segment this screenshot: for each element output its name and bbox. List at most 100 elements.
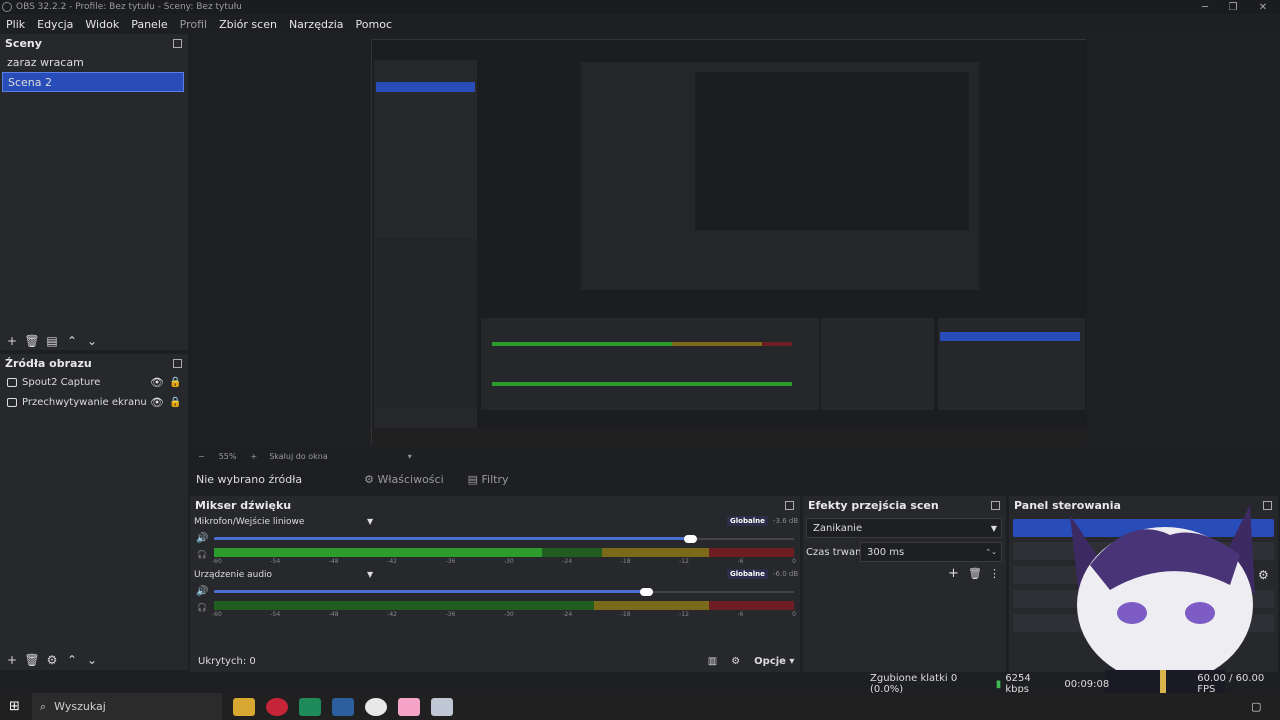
audio-mixer-dock: Mikser dźwięku Mikrofon/Wejście liniowe … [190,496,800,672]
sources-toolbar: + 🗑 ⚙ ⌃ ⌄ [2,652,102,668]
layout-toggle-icon[interactable]: ▥ [708,656,717,667]
chevron-down-icon[interactable]: ▾ [408,452,412,461]
source-item[interactable]: Przechwytywanie ekranu 👁 🔒 [0,392,188,412]
chevron-down-icon[interactable]: ▼ [367,517,373,526]
source-type-icon [7,377,17,387]
scene-item-selected[interactable]: Scena 2 [2,72,184,92]
monitor-headphone-icon[interactable]: 🎧 [197,550,207,559]
options-button[interactable]: Opcje ▾ [754,656,794,667]
zoom-out-button[interactable]: − [198,452,205,461]
move-up-button[interactable]: ⌃ [62,333,82,349]
visibility-eye-icon[interactable]: 👁 [150,376,164,389]
app-icon[interactable] [431,697,453,716]
menu-edycja[interactable]: Edycja [37,18,73,31]
chevron-down-icon[interactable]: ▼ [367,570,373,579]
scenes-title: Sceny [5,36,42,50]
mixer-footer: Ukrytych: 0 ▥ ⚙ Opcje ▾ [190,650,800,672]
move-down-button[interactable]: ⌄ [82,333,102,349]
bitrate: 6254 kbps [1005,673,1031,695]
notifications-icon[interactable]: ▢ [1251,700,1261,713]
monitor-headphone-icon[interactable]: 🎧 [197,603,207,612]
scene-transitions-dock: Efekty przejścia scen Zanikanie ▼ Czas tr… [803,496,1006,672]
menu-zbior-scen[interactable]: Zbiór scen [219,18,277,31]
move-down-button[interactable]: ⌄ [82,652,102,668]
global-badge[interactable]: Globalne [727,516,768,526]
add-transition-button[interactable]: + [948,566,959,581]
transitions-title: Efekty przejścia scen [808,498,939,512]
obs-taskbar-icon[interactable] [365,697,387,716]
menu-narzedzia[interactable]: Narzędzia [289,18,344,31]
volume-fill [214,537,690,540]
move-up-button[interactable]: ⌃ [62,652,82,668]
transition-menu-button[interactable]: ⋮ [989,567,1000,580]
stream-time: 00:09:08 [1064,678,1110,690]
file-explorer-icon[interactable] [233,697,255,716]
scenes-toolbar: + 🗑 ▤ ⌃ ⌄ [2,333,102,349]
vtube-studio-icon[interactable] [398,697,420,716]
signal-icon: ▮ [995,678,1002,690]
audio-meter [214,548,794,557]
search-icon: ⌕ [40,699,47,713]
filters-button[interactable]: ▤ Filtry [468,473,509,486]
add-source-button[interactable]: + [2,652,22,668]
windows-taskbar: ⊞ ⌕ Wyszukaj ▢ [0,693,1280,720]
preview-canvas[interactable] [371,39,1087,445]
volume-knob[interactable] [640,588,653,596]
undock-icon[interactable] [173,358,182,368]
visibility-eye-icon[interactable]: 👁 [150,396,164,409]
menu-plik[interactable]: Plik [6,18,25,31]
maximize-button[interactable]: ❐ [1218,0,1248,14]
source-context-bar: Nie wybrano źródła ⚙ Właściwości ▤ Filtr… [190,466,800,492]
scene-filters-button[interactable]: ▤ [42,333,62,349]
zoom-in-button[interactable]: + [250,452,257,461]
menu-pomoc[interactable]: Pomoc [356,18,392,31]
chevron-down-icon: ▼ [990,523,997,533]
global-badge[interactable]: Globalne [727,569,768,579]
menu-panele[interactable]: Panele [131,18,167,31]
menu-widok[interactable]: Widok [85,18,119,31]
opera-icon[interactable] [266,697,288,716]
taskbar-search[interactable]: ⌕ Wyszukaj [32,693,222,720]
undock-icon[interactable] [173,38,182,48]
properties-button[interactable]: ⚙ Właściwości [364,473,444,486]
menu-profil[interactable]: Profil [180,18,207,31]
transition-type-select[interactable]: Zanikanie ▼ [806,518,1002,538]
undock-icon[interactable] [991,500,1000,510]
scenes-dock: Sceny zaraz wracam Scena 2 [0,34,188,350]
zoom-level: 55% [218,451,237,461]
source-item[interactable]: Spout2 Capture 👁 🔒 [0,372,188,392]
scene-item[interactable]: zaraz wracam [2,52,184,72]
source-label: Spout2 Capture [22,376,101,388]
meter-ticks: -60 -54 -48 -42 -36 -30 -24 -18 -12 -6 0 [212,611,796,618]
sources-dock: Źródła obrazu Spout2 Capture 👁 🔒 Przechw… [0,354,188,670]
lock-icon[interactable]: 🔒 [169,377,181,388]
zoom-mode-select[interactable]: Skaluj do okna [269,452,328,461]
speaker-icon[interactable]: 🔊 [196,586,208,597]
remove-source-button[interactable]: 🗑 [22,652,42,668]
source-properties-button[interactable]: ⚙ [42,652,62,668]
app-icon[interactable] [299,697,321,716]
lock-icon[interactable]: 🔒 [169,397,181,408]
close-button[interactable]: ✕ [1248,0,1278,14]
fps-readout: 60.00 / 60.00 FPS [1197,673,1265,695]
advanced-settings-icon[interactable]: ⚙ [731,656,740,667]
speaker-icon[interactable]: 🔊 [196,533,208,544]
volume-knob[interactable] [684,535,697,543]
minimize-button[interactable]: ─ [1190,0,1220,14]
audio-meter [214,601,794,610]
undock-icon[interactable] [785,500,794,510]
track-name: Urządzenie audio [194,570,273,580]
add-scene-button[interactable]: + [2,333,22,349]
steam-icon[interactable] [332,697,354,716]
remove-scene-button[interactable]: 🗑 [22,333,42,349]
windows-start-icon[interactable]: ⊞ [9,699,20,714]
source-label: Przechwytywanie ekranu [22,396,147,408]
volume-db: -6.0 dB [773,570,799,578]
status-bar: Zgubione klatki 0 (0.0%) ▮ 6254 kbps 00:… [0,673,1280,695]
remove-transition-button[interactable]: 🗑 [968,567,982,580]
preview-zoom-bar: − 55% + Skaluj do okna ▾ [192,448,1278,464]
duration-spinbox[interactable]: 300 ms ⌃⌄ [860,542,1002,562]
meter-ticks: -60 -54 -48 -42 -36 -30 -24 -18 -12 -6 0 [212,558,796,565]
sources-title: Źródła obrazu [5,356,92,370]
volume-db: -3.6 dB [773,517,799,525]
